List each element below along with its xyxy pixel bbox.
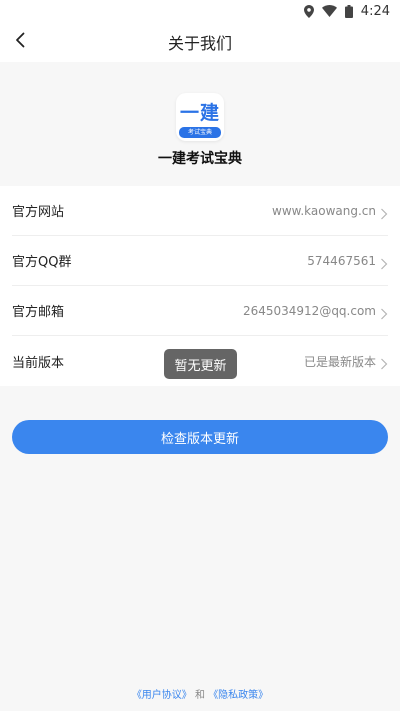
app-header: 一建 考试宝典 一建考试宝典 bbox=[0, 62, 400, 186]
footer-conjunction: 和 bbox=[195, 690, 205, 701]
user-agreement-link[interactable]: 《用户协议》 bbox=[132, 690, 192, 701]
row-label: 官方网站 bbox=[12, 205, 65, 220]
status-bar: 4:24 bbox=[0, 0, 400, 22]
row-label: 当前版本 bbox=[12, 355, 65, 371]
privacy-policy-link[interactable]: 《隐私政策》 bbox=[208, 690, 268, 701]
row-label: 官方邮箱 bbox=[12, 305, 65, 320]
footer: 《用户协议》 和 《隐私政策》 bbox=[0, 686, 400, 701]
logo-text: 一建 bbox=[179, 102, 220, 124]
battery-icon bbox=[344, 4, 353, 18]
row-official-website[interactable]: 官方网站 www.kaowang.cn bbox=[12, 186, 388, 236]
chevron-right-icon bbox=[380, 205, 388, 220]
back-button[interactable] bbox=[6, 28, 34, 56]
chevron-right-icon bbox=[380, 305, 388, 320]
logo-band-text: 考试宝典 bbox=[179, 127, 221, 138]
row-value: www.kaowang.cn bbox=[272, 203, 376, 218]
app-logo: 一建 考试宝典 bbox=[176, 93, 224, 141]
chevron-left-icon bbox=[15, 32, 25, 52]
row-official-email[interactable]: 官方邮箱 2645034912@qq.com bbox=[12, 286, 388, 336]
status-time: 4:24 bbox=[360, 3, 390, 19]
row-value: 2645034912@qq.com bbox=[242, 303, 376, 318]
row-value: 已是最新版本 bbox=[303, 354, 376, 369]
row-label: 官方QQ群 bbox=[12, 255, 72, 270]
location-icon bbox=[303, 4, 314, 18]
app-name: 一建考试宝典 bbox=[158, 151, 242, 167]
nav-bar: 关于我们 bbox=[0, 22, 400, 62]
page-title: 关于我们 bbox=[167, 34, 232, 53]
wifi-icon bbox=[321, 5, 337, 17]
chevron-right-icon bbox=[380, 255, 388, 270]
row-official-qq-group[interactable]: 官方QQ群 574467561 bbox=[12, 236, 388, 286]
chevron-right-icon bbox=[380, 355, 388, 370]
check-update-button[interactable]: 检查版本更新 bbox=[12, 420, 388, 454]
row-value: 574467561 bbox=[307, 253, 376, 268]
toast-message: 暂无更新 bbox=[164, 349, 237, 379]
